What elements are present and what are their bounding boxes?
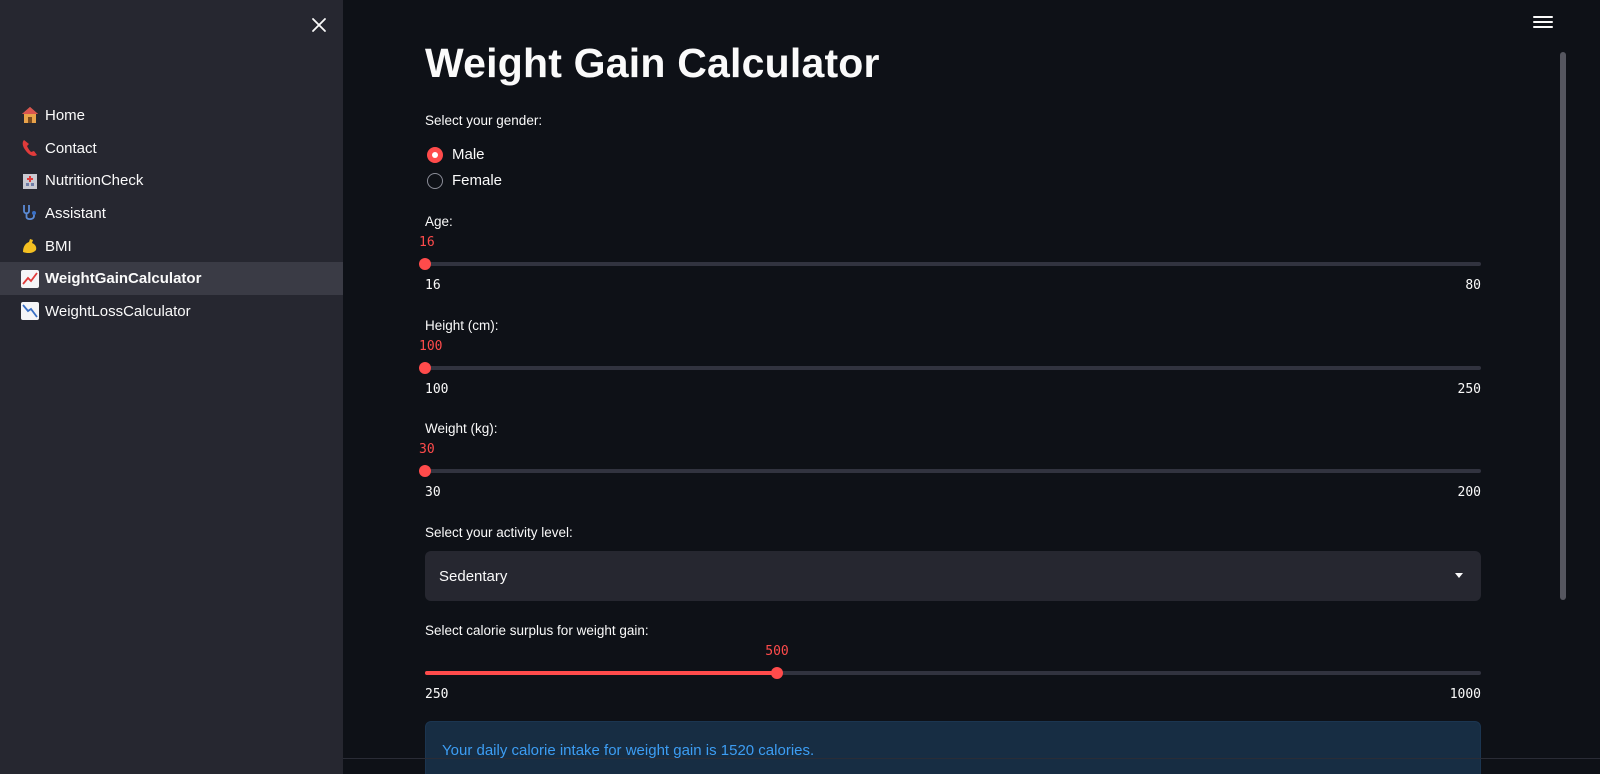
height-label: Height (cm): (425, 318, 499, 333)
sidebar: Home Contact NutritionCheck Assistant BM… (0, 0, 343, 774)
telephone-icon (19, 137, 41, 159)
slider-max: 1000 (1449, 687, 1481, 702)
house-icon (19, 104, 41, 126)
sidebar-item-assistant[interactable]: Assistant (0, 197, 343, 230)
gender-label: Select your gender: (425, 113, 543, 128)
gender-radio-female[interactable]: Female (427, 172, 502, 189)
slider-fill (425, 671, 777, 675)
sidebar-item-contact[interactable]: Contact (0, 132, 343, 165)
sidebar-item-bmi[interactable]: BMI (0, 230, 343, 263)
gender-radio-male[interactable]: Male (427, 146, 485, 163)
height-slider[interactable]: 100 100 250 (419, 339, 1481, 399)
weight-label: Weight (kg): (425, 421, 498, 436)
chevron-down-icon (1455, 573, 1463, 578)
sidebar-item-label: NutritionCheck (45, 172, 144, 190)
slider-max: 250 (1457, 382, 1481, 397)
divider (343, 758, 1600, 759)
slider-thumb[interactable] (419, 465, 431, 477)
slider-value: 16 (419, 235, 435, 250)
sidebar-item-weightlosscalculator[interactable]: WeightLossCalculator (0, 295, 343, 328)
slider-max: 200 (1457, 485, 1481, 500)
slider-thumb[interactable] (771, 667, 783, 679)
result-text: Your daily calorie intake for weight gai… (442, 742, 815, 759)
slider-value: 500 (765, 644, 789, 659)
slider-thumb[interactable] (419, 258, 431, 270)
age-slider[interactable]: 16 16 80 (419, 235, 1481, 295)
age-label: Age: (425, 214, 453, 229)
slider-max: 80 (1465, 278, 1481, 293)
select-value: Sedentary (439, 567, 508, 585)
chart-increasing-icon (19, 268, 41, 290)
sidebar-item-nutritioncheck[interactable]: NutritionCheck (0, 164, 343, 197)
hospital-icon (19, 170, 41, 192)
sidebar-item-weightgaincalculator[interactable]: WeightGainCalculator (0, 262, 343, 296)
slider-min: 30 (425, 485, 441, 500)
slider-value: 30 (419, 442, 435, 457)
radio-selected-icon (427, 146, 443, 163)
activity-label: Select your activity level: (425, 525, 573, 540)
sidebar-item-label: WeightGainCalculator (45, 270, 202, 288)
close-icon (312, 18, 326, 32)
slider-min: 100 (425, 382, 449, 397)
page-title: Weight Gain Calculator (425, 40, 880, 86)
radio-option-label: Male (452, 146, 485, 163)
stethoscope-icon (19, 202, 41, 224)
slider-track[interactable] (425, 262, 1481, 266)
sidebar-nav: Home Contact NutritionCheck Assistant BM… (0, 99, 343, 328)
slider-value: 100 (419, 339, 443, 354)
main-menu-button[interactable] (1533, 13, 1553, 33)
result-info-box: Your daily calorie intake for weight gai… (425, 721, 1481, 774)
sidebar-item-label: Home (45, 106, 86, 124)
radio-option-label: Female (452, 172, 503, 189)
sidebar-item-label: BMI (45, 237, 72, 255)
hamburger-icon (1533, 16, 1553, 18)
activity-level-select[interactable]: Sedentary (425, 551, 1481, 601)
sidebar-item-home[interactable]: Home (0, 99, 343, 132)
slider-min: 250 (425, 687, 449, 702)
sidebar-item-label: WeightLossCalculator (45, 302, 191, 320)
slider-min: 16 (425, 278, 441, 293)
slider-thumb[interactable] (419, 362, 431, 374)
weight-slider[interactable]: 30 30 200 (419, 442, 1481, 502)
surplus-slider[interactable]: 500 250 1000 (425, 644, 1481, 704)
chart-decreasing-icon (19, 300, 41, 322)
radio-unselected-icon (427, 172, 443, 189)
sidebar-item-label: Contact (45, 139, 97, 157)
scrollbar[interactable] (1560, 52, 1566, 600)
slider-track[interactable] (425, 469, 1481, 473)
surplus-label: Select calorie surplus for weight gain: (425, 623, 649, 638)
flexed-biceps-icon (19, 235, 41, 257)
close-sidebar-button[interactable] (306, 12, 332, 38)
slider-track[interactable] (425, 366, 1481, 370)
sidebar-item-label: Assistant (45, 204, 106, 222)
